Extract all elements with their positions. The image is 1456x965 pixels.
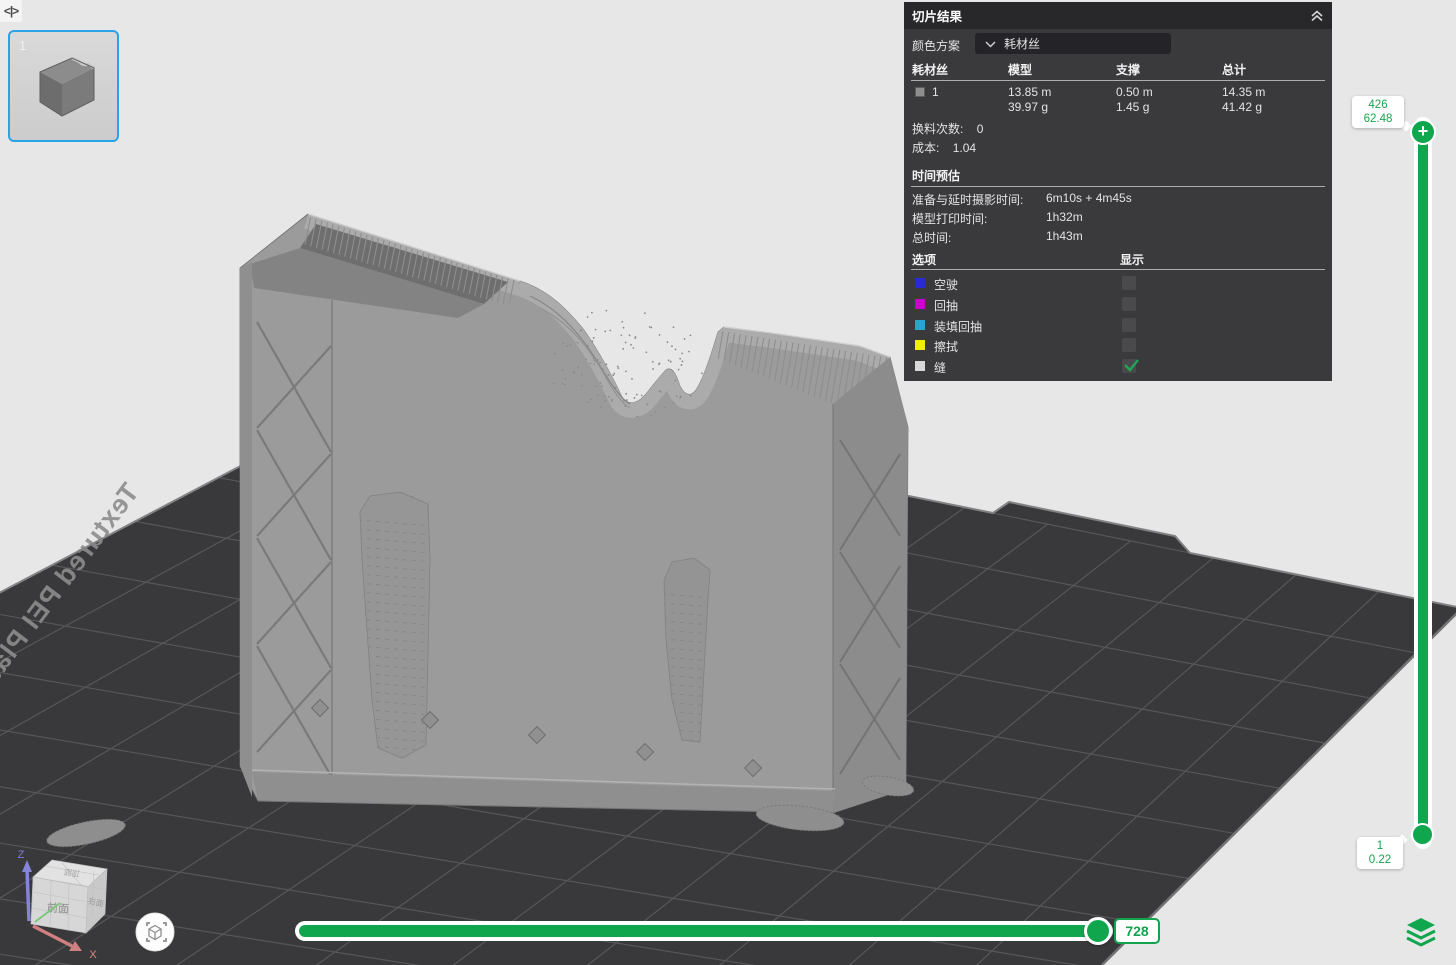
model-left-face — [240, 262, 252, 797]
filament-swatch — [915, 87, 925, 97]
option-label: 回抽 — [934, 297, 958, 314]
option-label: 装填回抽 — [934, 318, 982, 335]
z-axis-label: Z — [18, 849, 25, 861]
filament-id: 1 — [932, 85, 939, 99]
layer-top-height: 62.48 — [1356, 112, 1400, 126]
travel-checkbox[interactable] — [1122, 276, 1136, 290]
option-row-seam: 缝 — [904, 359, 1332, 375]
show-title: 显示 — [1120, 251, 1144, 268]
panel-title: 切片结果 — [912, 6, 962, 25]
time-row: 模型打印时间: 1h32m — [912, 210, 1340, 227]
plate-thumbnail-number: 1 — [19, 38, 26, 53]
layer-slider-top-handle[interactable]: + — [1410, 119, 1436, 145]
unretract-checkbox[interactable] — [1122, 318, 1136, 332]
model-length: 13.85 m — [1008, 85, 1051, 99]
table-header-support: 支撑 — [1116, 61, 1140, 78]
table-header-model: 模型 — [1008, 61, 1032, 78]
filament-changes-label: 换料次数: — [912, 122, 963, 136]
option-label: 擦拭 — [934, 338, 958, 355]
layer-bottom-height: 0.22 — [1361, 853, 1399, 867]
model-weight: 39.97 g — [1008, 100, 1048, 114]
option-label: 空驶 — [934, 276, 958, 293]
panel-toggle-button[interactable]: <|> — [0, 0, 22, 22]
seam-checkbox[interactable] — [1122, 359, 1136, 373]
option-row-travel: 空驶 — [904, 276, 1332, 292]
cost-label: 成本: — [912, 141, 939, 155]
travel-color-swatch — [915, 278, 925, 288]
support-length: 0.50 m — [1116, 85, 1153, 99]
step-slider-tooltip: 728 — [1114, 918, 1160, 944]
option-label: 缝 — [934, 359, 946, 376]
color-scheme-dropdown[interactable]: 耗材丝 — [975, 33, 1171, 54]
model-time-value: 1h32m — [1046, 210, 1083, 224]
model-right-face — [833, 357, 908, 813]
option-row-unretract: 装填回抽 — [904, 318, 1332, 334]
retract-checkbox[interactable] — [1122, 297, 1136, 311]
fit-view-button[interactable] — [136, 913, 174, 951]
plate-thumbnail[interactable]: 1 — [8, 30, 119, 142]
table-header-filament: 耗材丝 — [912, 61, 948, 78]
support-weight: 1.45 g — [1116, 100, 1149, 114]
option-row-retract: 回抽 — [904, 297, 1332, 313]
layer-bottom-number: 1 — [1361, 839, 1399, 853]
prep-time-value: 6m10s + 4m45s — [1046, 191, 1132, 205]
layer-slider-track[interactable] — [1414, 117, 1432, 849]
layer-slider-fill — [1418, 126, 1428, 840]
step-slider-fill — [299, 925, 1094, 937]
color-scheme-value: 耗材丝 — [1004, 35, 1040, 52]
nav-cube-front-label: 前面 — [47, 900, 70, 916]
x-axis-label: X — [89, 949, 97, 961]
viewport[interactable]: Textured PEI Plate — [0, 0, 1456, 965]
table-header-total: 总计 — [1222, 61, 1246, 78]
step-slider-track[interactable] — [295, 921, 1113, 941]
step-slider-handle[interactable] — [1084, 917, 1112, 945]
time-section-title: 时间预估 — [912, 167, 1340, 184]
wipe-checkbox[interactable] — [1122, 338, 1136, 352]
time-row: 准备与延时摄影时间: 6m10s + 4m45s — [912, 191, 1340, 208]
total-weight: 41.42 g — [1222, 100, 1262, 114]
cost-value: 1.04 — [953, 141, 976, 155]
layer-slider-bottom-handle[interactable] — [1411, 823, 1434, 846]
time-row: 总时间: 1h43m — [912, 229, 1340, 246]
filament-changes-value: 0 — [977, 122, 984, 136]
layers-stack-icon[interactable] — [1405, 915, 1437, 949]
total-time-label: 总时间: — [912, 231, 951, 245]
total-length: 14.35 m — [1222, 85, 1265, 99]
layer-bottom-tooltip: 1 0.22 — [1357, 837, 1403, 869]
option-row-wipe: 擦拭 — [904, 338, 1332, 354]
slice-result-panel: 切片结果 颜色方案 耗材丝 耗材丝 模型 支撑 总计 1 13.85 m 0.5… — [904, 2, 1332, 381]
prep-time-label: 准备与延时摄影时间: — [912, 193, 1023, 207]
options-title: 选项 — [912, 251, 936, 268]
total-time-value: 1h43m — [1046, 229, 1083, 243]
collapse-panel-icon[interactable] — [1308, 7, 1326, 25]
z-axis — [27, 870, 29, 921]
layer-top-number: 426 — [1356, 98, 1400, 112]
layer-top-tooltip: 426 62.48 — [1352, 96, 1404, 128]
chevron-down-icon — [985, 40, 996, 48]
panel-header: 切片结果 — [904, 2, 1332, 29]
seam-color-swatch — [915, 361, 925, 371]
wipe-color-swatch — [915, 340, 925, 350]
retract-color-swatch — [915, 299, 925, 309]
model-time-label: 模型打印时间: — [912, 212, 987, 226]
unretract-color-swatch — [915, 320, 925, 330]
